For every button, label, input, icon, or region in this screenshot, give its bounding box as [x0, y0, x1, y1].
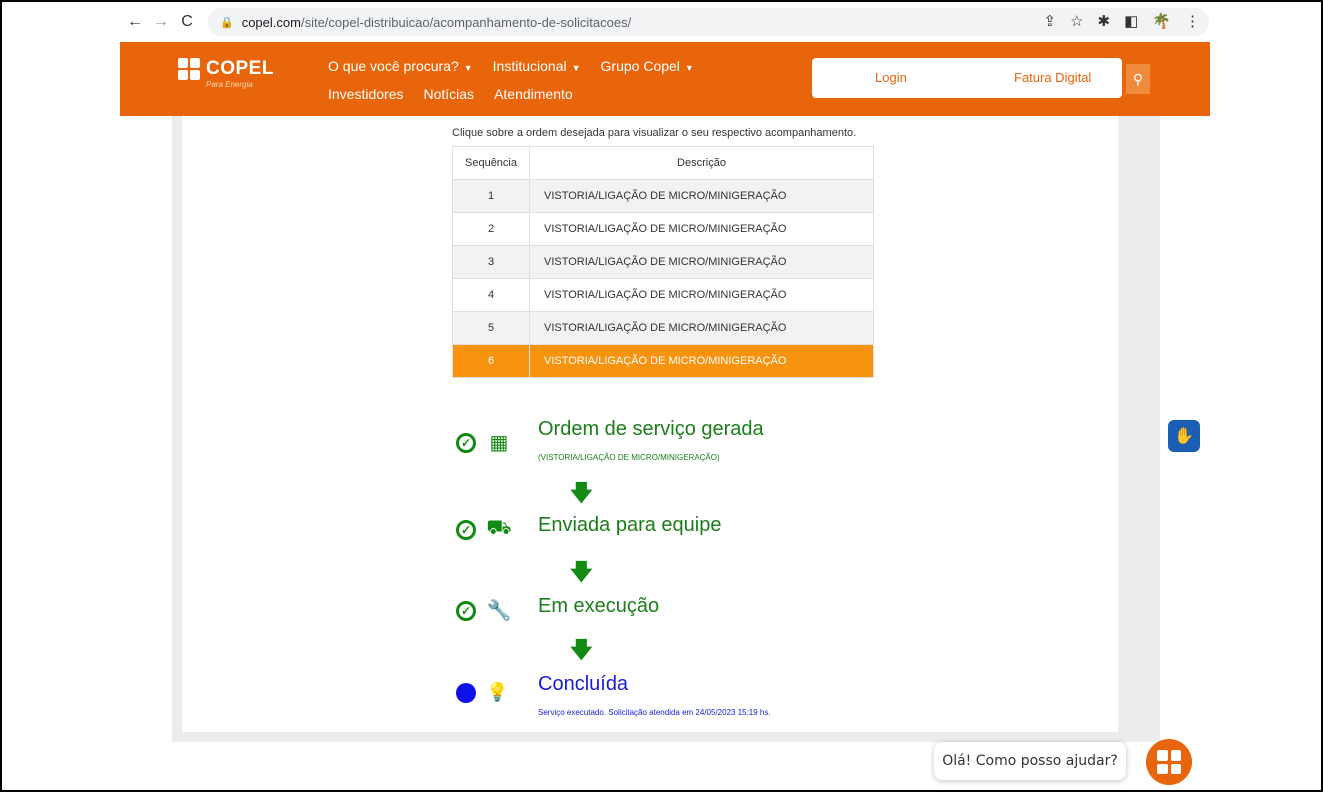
step4-title: Concluída [538, 673, 629, 695]
current-status-dot-icon [456, 682, 476, 703]
menu-item-institucional[interactable]: Institucional ▼ [493, 58, 581, 74]
fatura-digital-button[interactable]: Fatura Digital [1014, 70, 1091, 85]
table-row[interactable]: 3 VISTORIA/LIGAÇÃO DE MICRO/MINIGERAÇÃO [452, 245, 874, 279]
check-circle-icon: ✓ [456, 600, 476, 621]
extensions-icon[interactable]: ✱ [1098, 12, 1111, 30]
caret-down-icon: ▼ [571, 63, 581, 73]
chat-greeting-bubble[interactable]: Olá! Como posso ajudar? [934, 742, 1126, 780]
forward-icon[interactable]: → [150, 11, 172, 33]
lightbulb-icon: 💡 [486, 682, 509, 702]
description-cell: VISTORIA/LIGAÇÃO DE MICRO/MINIGERAÇÃO [529, 212, 874, 246]
table-row[interactable]: 6 VISTORIA/LIGAÇÃO DE MICRO/MINIGERAÇÃO [452, 344, 874, 378]
wrench-icon: 🔧 [486, 600, 512, 622]
menu-row-primary: O que você procura? ▼ Institucional ▼ Grupo … [328, 54, 788, 78]
step-enviada: ✓ ⛟ [456, 517, 512, 542]
step2-title: Enviada para equipe [538, 514, 722, 536]
arrow-down-icon: 🡇 [570, 637, 593, 662]
sign-language-accessibility-icon[interactable]: ✋ [1168, 420, 1200, 452]
logo-text: COPEL [206, 58, 274, 79]
menu-item-label: Institucional [492, 58, 567, 74]
menu-item-label: Grupo Copel [600, 58, 680, 74]
step-concluida: 💡 [456, 682, 508, 703]
orders-table: Sequência Descrição 1 VISTORIA/LIGAÇÃO DE… [452, 146, 874, 378]
logo-tagline: Para Energia [206, 80, 253, 89]
step-ordem-gerada: ✓ ▦ [456, 430, 512, 455]
menu-item-atendimento[interactable]: Atendimento [494, 86, 573, 102]
caret-down-icon: ▼ [684, 63, 694, 73]
browser-toolbar: ← → C 🔒 copel.com/site/copel-distribuica… [120, 2, 1210, 42]
menu-item-investidores[interactable]: Investidores [328, 86, 403, 102]
check-circle-icon: ✓ [456, 432, 476, 453]
calculator-icon: ▦ [489, 432, 509, 454]
sequence-cell: 4 [452, 278, 530, 312]
caret-down-icon: ▼ [463, 63, 473, 73]
menu-kebab-icon[interactable]: ⋮ [1185, 12, 1200, 30]
instructions-text: Clique sobre a ordem desejada para visua… [452, 127, 857, 139]
menu-item-label: Investidores [328, 86, 404, 102]
table-header-row: Sequência Descrição [452, 146, 874, 180]
table-row[interactable]: 5 VISTORIA/LIGAÇÃO DE MICRO/MINIGERAÇÃO [452, 311, 874, 345]
step1-title: Ordem de serviço gerada [538, 418, 764, 440]
menu-item-label: Notícias [423, 86, 475, 102]
menu-item-label: O que você procura? [328, 58, 459, 74]
url-path: /site/copel-distribuicao/acompanhamento-… [300, 14, 632, 30]
description-cell: VISTORIA/LIGAÇÃO DE MICRO/MINIGERAÇÃO [529, 278, 874, 312]
menu-item-not-cias[interactable]: Notícias [423, 86, 474, 102]
menu-item-o-que-voc-procura[interactable]: O que você procura? ▼ [328, 58, 473, 74]
browser-window: ← → C 🔒 copel.com/site/copel-distribuica… [120, 2, 1210, 790]
menu-item-label: Atendimento [494, 86, 573, 102]
step4-subtitle: Serviço executado. Solicitação atendida … [538, 708, 771, 717]
sequence-cell: 2 [452, 212, 530, 246]
table-row[interactable]: 2 VISTORIA/LIGAÇÃO DE MICRO/MINIGERAÇÃO [452, 212, 874, 246]
site-header: COPEL Para Energia O que você procura? ▼ I… [120, 42, 1210, 116]
sequence-cell: 3 [452, 245, 530, 279]
browser-actions: ⇪ ☆ ✱ ◧ 🌴 ⋮ [1044, 12, 1200, 30]
sequence-cell: 6 [452, 344, 530, 378]
profile-avatar-icon[interactable]: 🌴 [1152, 12, 1171, 30]
description-cell: VISTORIA/LIGAÇÃO DE MICRO/MINIGERAÇÃO [529, 245, 874, 279]
check-circle-icon: ✓ [456, 519, 476, 540]
step1-subtitle: (VISTORIA/LIGAÇÃO DE MICRO/MINIGERAÇÃO) [538, 453, 720, 462]
description-cell: VISTORIA/LIGAÇÃO DE MICRO/MINIGERAÇÃO [529, 179, 874, 213]
reload-icon[interactable]: C [176, 11, 198, 33]
chat-assistant-button[interactable] [1146, 739, 1192, 785]
login-box: Login Fatura Digital [812, 58, 1122, 98]
menu-row-secondary: Investidores Notícias Atendimento [328, 82, 788, 106]
column-header-descricao: Descrição [529, 146, 874, 180]
sidebar-icon[interactable]: ◧ [1124, 12, 1138, 30]
description-cell: VISTORIA/LIGAÇÃO DE MICRO/MINIGERAÇÃO [529, 344, 874, 378]
arrow-down-icon: 🡇 [570, 480, 593, 505]
screenshot-frame: ← → C 🔒 copel.com/site/copel-distribuica… [0, 0, 1323, 792]
copel-logo[interactable]: COPEL Para Energia [178, 58, 274, 89]
step3-title: Em execução [538, 595, 660, 617]
search-icon[interactable]: ⚲ [1126, 64, 1150, 94]
share-icon[interactable]: ⇪ [1044, 12, 1057, 30]
bookmark-star-icon[interactable]: ☆ [1070, 12, 1083, 30]
menu-item-grupo-copel[interactable]: Grupo Copel ▼ [601, 58, 694, 74]
step-em-execucao: ✓ 🔧 [456, 598, 512, 623]
lock-icon: 🔒 [220, 16, 234, 29]
table-row[interactable]: 1 VISTORIA/LIGAÇÃO DE MICRO/MINIGERAÇÃO [452, 179, 874, 213]
arrow-down-icon: 🡇 [570, 559, 593, 584]
description-cell: VISTORIA/LIGAÇÃO DE MICRO/MINIGERAÇÃO [529, 311, 874, 345]
login-button[interactable]: Login [875, 70, 907, 85]
column-header-sequencia: Sequência [452, 146, 530, 180]
sequence-cell: 5 [452, 311, 530, 345]
main-menu: O que você procura? ▼ Institucional ▼ Grupo … [328, 54, 788, 106]
table-row[interactable]: 4 VISTORIA/LIGAÇÃO DE MICRO/MINIGERAÇÃO [452, 278, 874, 312]
copel-logo-icon [178, 58, 200, 80]
sequence-cell: 1 [452, 179, 530, 213]
url-host: copel.com [241, 14, 301, 30]
truck-icon: ⛟ [486, 517, 512, 539]
back-icon[interactable]: ← [124, 11, 146, 33]
